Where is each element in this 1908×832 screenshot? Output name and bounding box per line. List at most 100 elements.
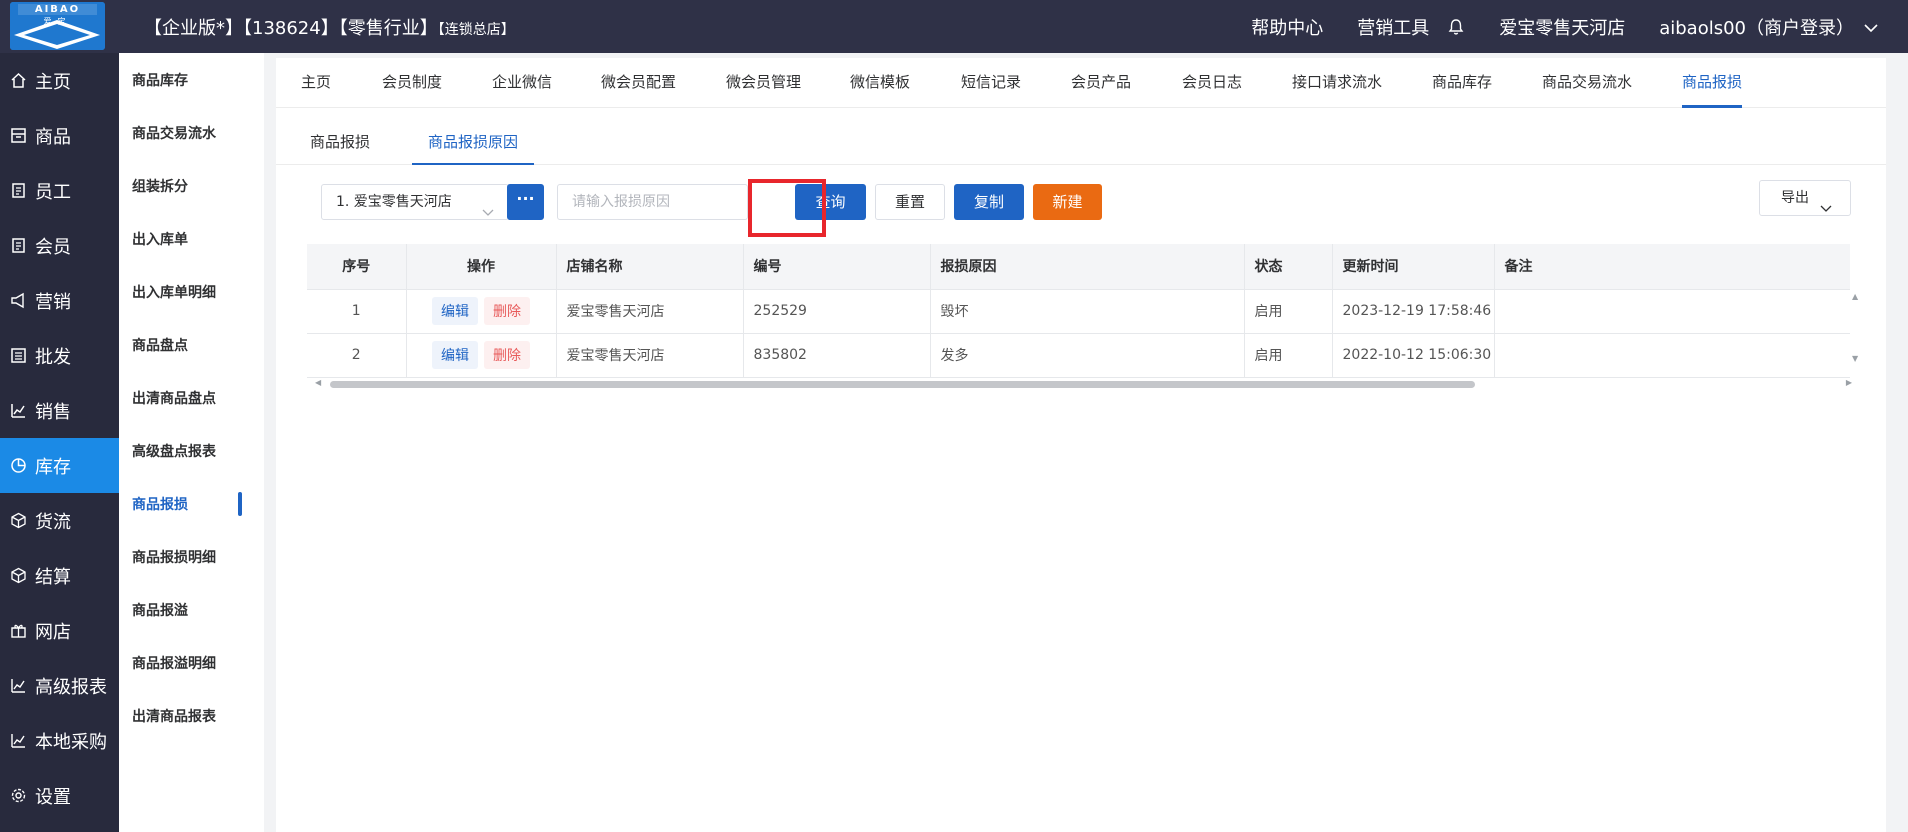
home-icon <box>10 72 27 89</box>
scroll-right-arrow-icon[interactable]: ▶ <box>1846 378 1852 387</box>
subnav-item[interactable]: 商品报溢明细 <box>119 636 264 689</box>
query-button[interactable]: 查询 <box>795 184 866 220</box>
nav-item-goods[interactable]: 商品 <box>0 108 119 163</box>
subnav-item-damage-active[interactable]: 商品报损 <box>119 477 264 530</box>
nav-label: 本地采购 <box>35 731 107 753</box>
top-right-menu: 帮助中心 营销工具 爱宝零售天河店 aibaols00（商户登录） <box>1217 14 1878 40</box>
tab-micro-member-config[interactable]: 微会员配置 <box>601 58 676 108</box>
help-center-link[interactable]: 帮助中心 <box>1251 14 1323 40</box>
nav-item-webstore[interactable]: 网店 <box>0 603 119 658</box>
subnav-item[interactable]: 商品盘点 <box>119 318 264 371</box>
damage-reason-input[interactable] <box>557 184 748 220</box>
cell-store: 爱宝零售天河店 <box>556 289 744 334</box>
logo-text: AIBAO <box>34 4 81 15</box>
tab-goods-damage[interactable]: 商品报损 <box>1682 58 1743 108</box>
subnav-item[interactable]: 商品报损明细 <box>119 530 264 583</box>
col-header-code: 编号 <box>743 244 931 290</box>
delete-button[interactable]: 删除 <box>484 341 530 369</box>
nav-item-settlement[interactable]: 结算 <box>0 548 119 603</box>
marketing-tools-link[interactable]: 营销工具 <box>1357 14 1429 40</box>
nav-item-logistics[interactable]: 货流 <box>0 493 119 548</box>
bell-icon[interactable] <box>1447 18 1465 36</box>
subnav-item[interactable]: 组装拆分 <box>119 159 264 212</box>
more-options-button[interactable]: ··· <box>507 184 544 220</box>
horizontal-scroll-thumb[interactable] <box>330 381 1475 388</box>
subnav-item[interactable]: 出入库单 <box>119 212 264 265</box>
filter-toolbar: 1. 爱宝零售天河店 ··· 查询 重置 复制 新建 导出 <box>276 180 1886 224</box>
delete-button[interactable]: 删除 <box>484 297 530 325</box>
box-icon <box>10 127 27 144</box>
nav-item-wholesale[interactable]: 批发 <box>0 328 119 383</box>
tab-micro-member-manage[interactable]: 微会员管理 <box>726 58 801 108</box>
tab-member-log[interactable]: 会员日志 <box>1182 58 1242 108</box>
chevron-down-icon <box>1864 17 1878 38</box>
cell-note <box>1494 289 1851 334</box>
cube-icon <box>10 512 27 529</box>
nav-label: 商品 <box>35 126 71 148</box>
subnav-item[interactable]: 商品交易流水 <box>119 106 264 159</box>
cell-updated: 2023-12-19 17:58:46 <box>1332 289 1495 334</box>
tab-sms-records[interactable]: 短信记录 <box>961 58 1021 108</box>
scroll-left-arrow-icon[interactable]: ◀ <box>315 378 321 387</box>
member-icon <box>10 237 27 254</box>
cell-updated: 2022-10-12 15:06:30 <box>1332 333 1495 378</box>
tab-wechat-template[interactable]: 微信模板 <box>850 58 910 108</box>
vertical-scrollbar[interactable]: ▲ ▼ <box>1850 244 1862 384</box>
store-name[interactable]: 爱宝零售天河店 <box>1499 14 1625 40</box>
employee-icon <box>10 182 27 199</box>
nav-item-local-purchase[interactable]: 本地采购 <box>0 713 119 768</box>
cell-status: 启用 <box>1244 333 1333 378</box>
user-menu[interactable]: aibaols00（商户登录） <box>1659 14 1878 40</box>
subnav-item[interactable]: 商品库存 <box>119 53 264 106</box>
aibao-logo[interactable]: AIBAO 爱宝 <box>10 2 105 50</box>
cell-status: 启用 <box>1244 289 1333 334</box>
subnav-item[interactable]: 商品报溢 <box>119 583 264 636</box>
table-row[interactable]: 1 编辑 删除 爱宝零售天河店 252529 毁坏 启用 2023-12-19 1… <box>307 289 1851 334</box>
nav-item-home[interactable]: 主页 <box>0 53 119 108</box>
tab-wecom[interactable]: 企业微信 <box>492 58 552 108</box>
subtab-goods-damage[interactable]: 商品报损 <box>310 127 370 165</box>
nav-item-sales[interactable]: 销售 <box>0 383 119 438</box>
subnav-item[interactable]: 出入库单明细 <box>119 265 264 318</box>
subtab-damage-reasons[interactable]: 商品报损原因 <box>412 127 535 165</box>
tab-goods-transactions[interactable]: 商品交易流水 <box>1542 58 1632 108</box>
copy-button[interactable]: 复制 <box>954 184 1024 220</box>
export-button[interactable]: 导出 <box>1759 180 1851 216</box>
tab-goods-stock[interactable]: 商品库存 <box>1432 58 1492 108</box>
new-button[interactable]: 新建 <box>1033 184 1102 220</box>
cell-reason: 发多 <box>930 333 1245 378</box>
nav-item-member[interactable]: 会员 <box>0 218 119 273</box>
table: 序号 操作 店铺名称 编号 报损原因 状态 更新时间 备注 1 编辑 删除 爱宝… <box>307 244 1851 378</box>
tab-api-requests[interactable]: 接口请求流水 <box>1292 58 1382 108</box>
cell-index: 2 <box>307 333 407 378</box>
nav-label: 员工 <box>35 181 71 203</box>
tab-member-system[interactable]: 会员制度 <box>382 58 442 108</box>
nav-item-employee[interactable]: 员工 <box>0 163 119 218</box>
horizontal-scrollbar[interactable]: ◀ ▶ <box>307 378 1862 390</box>
col-header-note: 备注 <box>1494 244 1851 290</box>
scroll-down-arrow-icon[interactable]: ▼ <box>1852 354 1858 363</box>
logo-subtext: 爱宝 <box>43 17 72 26</box>
edit-button[interactable]: 编辑 <box>432 341 478 369</box>
user-name: aibaols00（商户登录） <box>1659 18 1854 39</box>
tab-member-products[interactable]: 会员产品 <box>1071 58 1131 108</box>
tab-home[interactable]: 主页 <box>301 58 331 108</box>
nav-item-advanced-report[interactable]: 高级报表 <box>0 658 119 713</box>
subnav-item[interactable]: 出清商品报表 <box>119 689 264 742</box>
nav-item-settings[interactable]: 设置 <box>0 768 119 823</box>
cell-note <box>1494 333 1851 378</box>
nav-label: 网店 <box>35 621 71 643</box>
nav-item-marketing[interactable]: 营销 <box>0 273 119 328</box>
edit-button[interactable]: 编辑 <box>432 297 478 325</box>
chevron-down-icon <box>482 196 494 230</box>
subnav-item[interactable]: 出清商品盘点 <box>119 371 264 424</box>
reset-button[interactable]: 重置 <box>875 184 945 220</box>
app-window: AIBAO 爱宝 【企业版*】【138624】【零售行业】【连锁总店】 帮助中心… <box>0 0 1908 832</box>
subnav-item[interactable]: 高级盘点报表 <box>119 424 264 477</box>
store-select[interactable]: 1. 爱宝零售天河店 <box>321 184 509 220</box>
main-content: 主页 会员制度 企业微信 微会员配置 微会员管理 微信模板 短信记录 会员产品 … <box>276 58 1886 832</box>
table-row[interactable]: 2 编辑 删除 爱宝零售天河店 835802 发多 启用 2022-10-12 1… <box>307 333 1851 378</box>
scroll-up-arrow-icon[interactable]: ▲ <box>1852 292 1858 301</box>
nav-item-inventory[interactable]: 库存 <box>0 438 119 493</box>
title-small: 【连锁总店】 <box>437 22 515 38</box>
